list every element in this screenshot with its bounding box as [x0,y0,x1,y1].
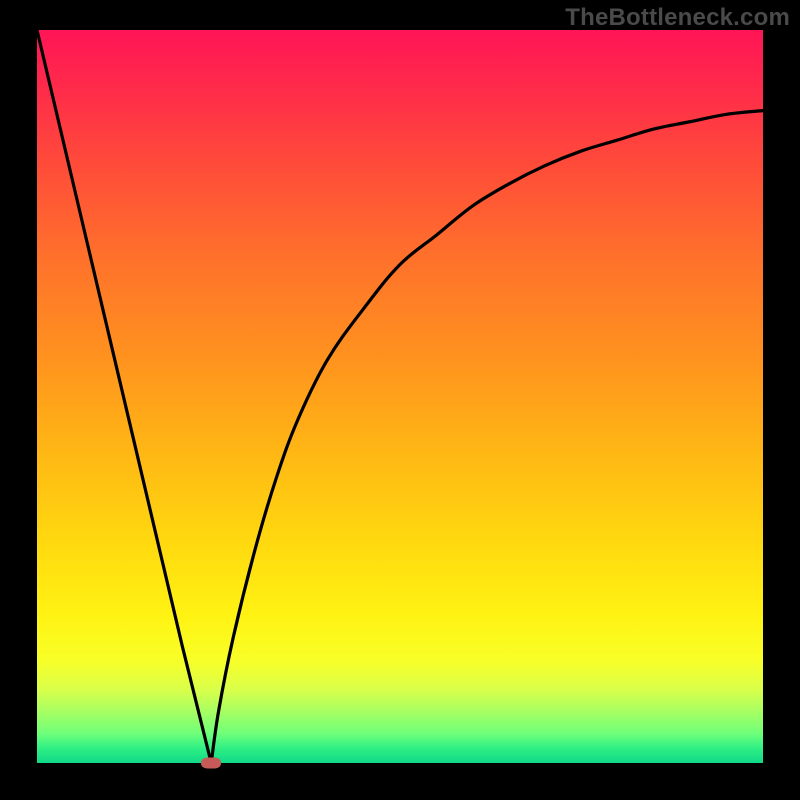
bottleneck-curve [37,30,763,763]
chart-frame: TheBottleneck.com [0,0,800,800]
watermark-label: TheBottleneck.com [565,4,790,32]
optimum-marker [201,758,221,769]
plot-area [37,30,763,763]
